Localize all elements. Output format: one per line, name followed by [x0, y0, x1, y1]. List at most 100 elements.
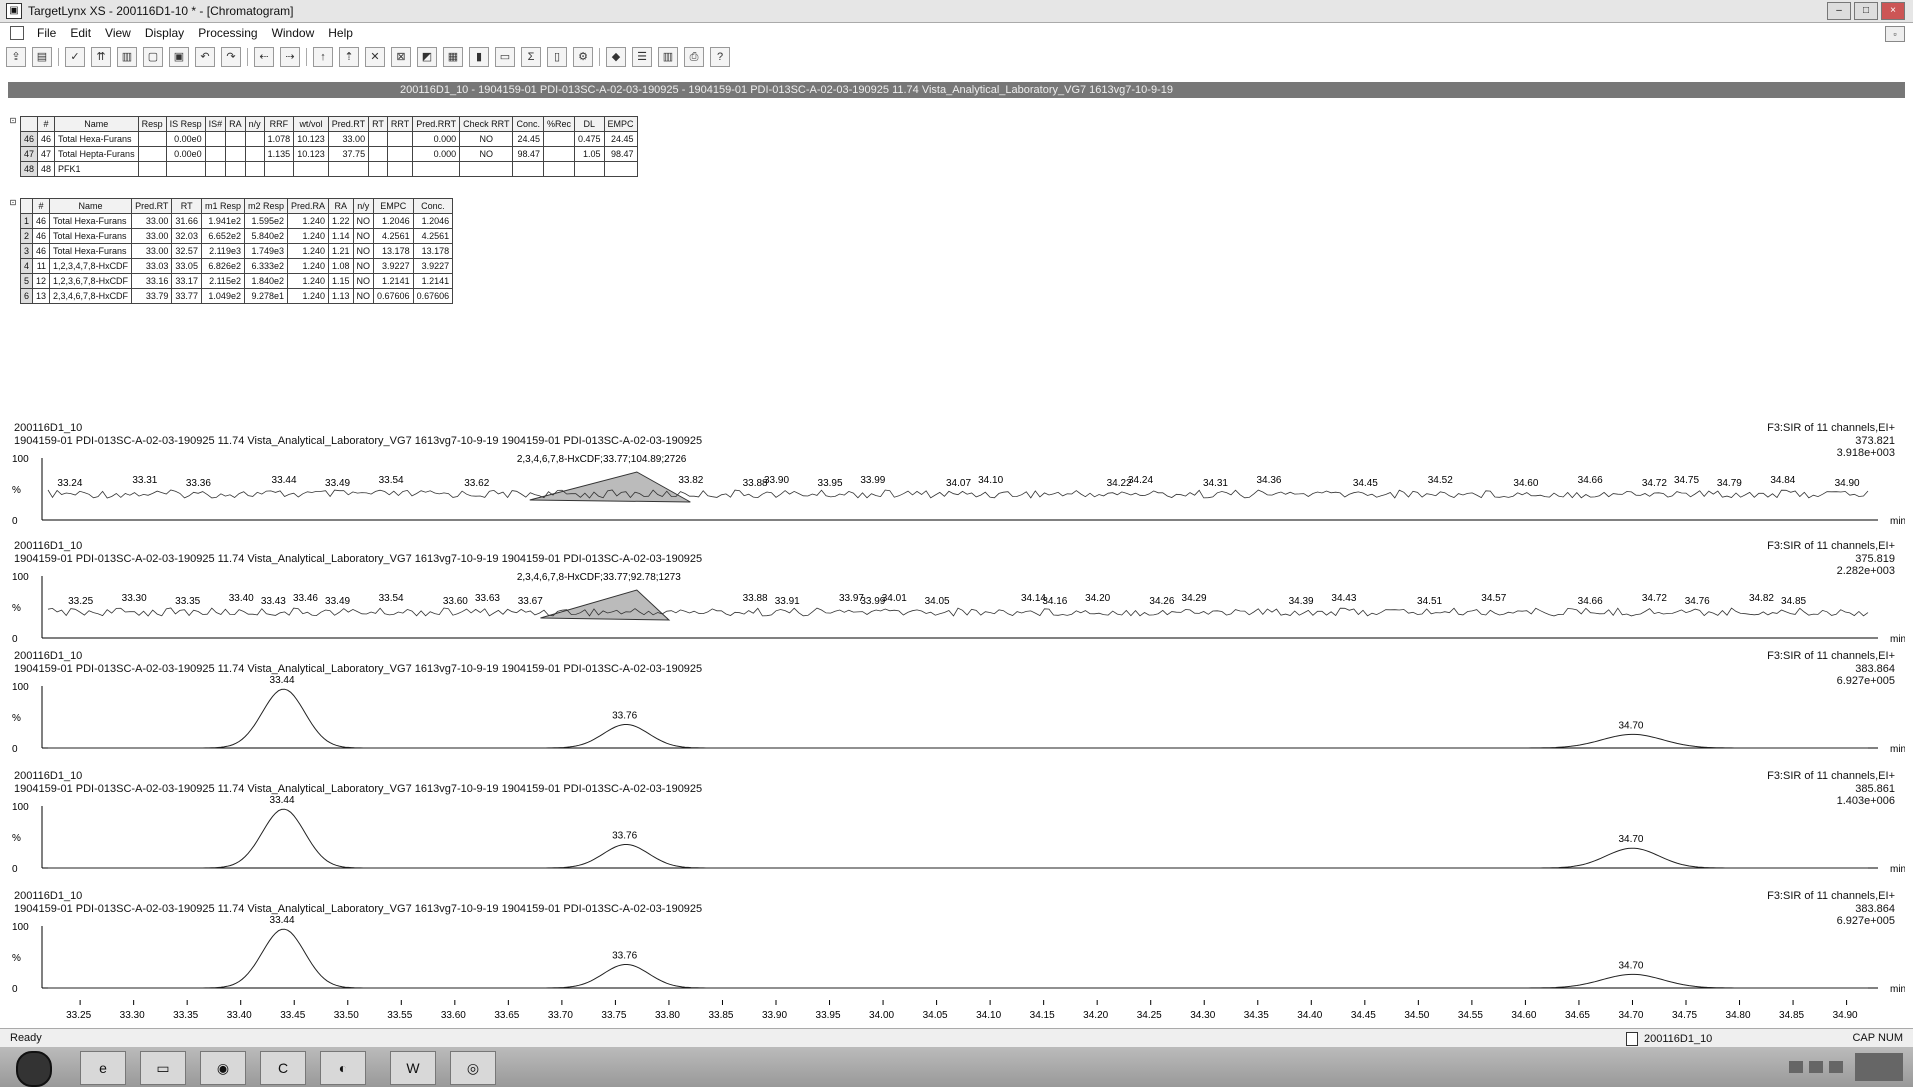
menu-display[interactable]: Display — [138, 26, 191, 40]
sum-icon[interactable]: Σ — [521, 47, 541, 67]
summary_table-header[interactable]: RRF — [263, 116, 295, 132]
chromatogram-panel[interactable]: 200116D1_10 1904159-01 PDI-013SC-A-02-03-… — [8, 540, 1905, 650]
spectrum-icon[interactable]: ▦ — [443, 47, 463, 67]
media-icon[interactable]: ◉ — [200, 1051, 246, 1085]
summary_table-header[interactable]: RRT — [386, 116, 414, 132]
menu-window[interactable]: Window — [265, 26, 322, 40]
summary_table-header[interactable] — [19, 116, 39, 132]
peak_table-header[interactable]: n/y — [352, 198, 375, 214]
settings-icon[interactable]: ⚙ — [573, 47, 593, 67]
table-row[interactable]: 46 46 Total Hexa-Furans 0.00e0 1.078 10.123 33… — [19, 131, 638, 147]
chromatogram-panel[interactable]: 200116D1_10 1904159-01 PDI-013SC-A-02-03-… — [8, 770, 1905, 880]
peak_table-header[interactable]: Pred.RT — [131, 198, 173, 214]
summary_table-header[interactable]: DL — [574, 116, 605, 132]
table-row[interactable]: 48 48 PFK1 — [19, 161, 638, 177]
list-icon[interactable]: ☰ — [632, 47, 652, 67]
monitor-icon[interactable]: ▢ — [143, 47, 163, 67]
zoom-icon[interactable]: ⊠ — [391, 47, 411, 67]
summary_table-header[interactable]: n/y — [244, 116, 265, 132]
summary_table-header[interactable]: RT — [368, 116, 388, 132]
undo-icon[interactable]: ↶ — [195, 47, 215, 67]
summary_table-header[interactable]: Name — [54, 116, 139, 132]
table-row[interactable]: 6 13 2,3,4,6,7,8-HxCDF 33.79 33.77 1.049e2 9.2… — [19, 288, 454, 304]
volume-icon[interactable] — [1829, 1061, 1843, 1073]
summary_table-header[interactable]: Resp — [137, 116, 167, 132]
arrow-left-icon[interactable]: ⇠ — [254, 47, 274, 67]
table-row[interactable]: 47 47 Total Hepta-Furans 0.00e0 1.135 10.123 3… — [19, 146, 638, 162]
peak_table-header[interactable]: m2 Resp — [243, 198, 288, 214]
browser-icon[interactable]: e — [80, 1051, 126, 1085]
bar-icon[interactable]: ▮ — [469, 47, 489, 67]
menu-view[interactable]: View — [98, 26, 138, 40]
table-marker-icon[interactable]: ⊡ — [8, 116, 18, 125]
columns-icon[interactable]: ▥ — [658, 47, 678, 67]
marker-2-icon[interactable]: ⇡ — [339, 47, 359, 67]
arrow-right-icon[interactable]: ⇢ — [280, 47, 300, 67]
check-icon[interactable]: ✓ — [65, 47, 85, 67]
chromatogram-panel[interactable]: 200116D1_10 1904159-01 PDI-013SC-A-02-03-… — [8, 422, 1905, 532]
chromatogram-panel[interactable]: 200116D1_10 1904159-01 PDI-013SC-A-02-03-… — [8, 650, 1905, 760]
app-icon[interactable]: ◐ — [320, 1051, 366, 1085]
summary_table-header[interactable]: Pred.RRT — [412, 116, 461, 132]
table-row[interactable]: 1 46 Total Hexa-Furans 33.00 31.66 1.941e2 1.5… — [19, 213, 454, 229]
peak_table-header[interactable]: Name — [49, 198, 133, 214]
chromatogram-icon[interactable]: ◩ — [417, 47, 437, 67]
folder-icon[interactable]: ▭ — [140, 1051, 186, 1085]
start-icon[interactable] — [16, 1051, 52, 1087]
peak_table-header[interactable]: Pred.RA — [286, 198, 330, 214]
summary_table-header[interactable]: Pred.RT — [327, 116, 370, 132]
peak_table-header[interactable]: EMPC — [373, 198, 414, 214]
summary_table-header[interactable]: %Rec — [542, 116, 576, 132]
menu-help[interactable]: Help — [321, 26, 360, 40]
table-row[interactable]: 3 46 Total Hexa-Furans 33.00 32.57 2.119e3 1.7… — [19, 243, 454, 259]
help-icon[interactable]: ? — [710, 47, 730, 67]
peak_table-header[interactable]: RT — [171, 198, 202, 214]
word-icon[interactable]: W — [390, 1051, 436, 1085]
monitor-2-icon[interactable]: ▣ — [169, 47, 189, 67]
table-row[interactable]: 4 11 1,2,3,4,7,8-HxCDF 33.03 33.05 6.826e2 6.3… — [19, 258, 454, 274]
summary_table-header[interactable]: Conc. — [512, 116, 544, 132]
integrated-peak[interactable] — [529, 471, 691, 503]
document-restore-button[interactable]: ▫ — [1885, 26, 1905, 42]
summary_table-header[interactable]: IS# — [204, 116, 227, 132]
peak_table-header[interactable]: m1 Resp — [200, 198, 245, 214]
summary_table-header[interactable]: # — [37, 116, 56, 132]
peak_table-header[interactable] — [19, 198, 34, 214]
menu-edit[interactable]: Edit — [63, 26, 98, 40]
save-icon[interactable]: ▤ — [32, 47, 52, 67]
network-icon[interactable] — [1809, 1061, 1823, 1073]
table-icon[interactable]: ▭ — [495, 47, 515, 67]
chromatogram-panel[interactable]: 200116D1_10 1904159-01 PDI-013SC-A-02-03-… — [8, 890, 1905, 1000]
marker-icon[interactable]: ↑ — [313, 47, 333, 67]
flag-icon[interactable] — [1789, 1061, 1803, 1073]
targetlynx-icon[interactable]: ◎ — [450, 1051, 496, 1085]
redo-icon[interactable]: ↷ — [221, 47, 241, 67]
menu-file[interactable]: File — [30, 26, 63, 40]
peaks-icon[interactable]: ⇈ — [91, 47, 111, 67]
peak_table-header[interactable]: Conc. — [412, 198, 454, 214]
peak_table-header[interactable]: RA — [328, 198, 354, 214]
book-icon[interactable]: ▯ — [547, 47, 567, 67]
close-button[interactable]: × — [1881, 2, 1905, 20]
delete-icon[interactable]: ✕ — [365, 47, 385, 67]
table-row[interactable]: 2 46 Total Hexa-Furans 33.00 32.03 6.652e2 5.8… — [19, 228, 454, 244]
summary_table-header[interactable]: wt/vol — [293, 116, 329, 132]
summary_table-header[interactable]: IS Resp — [165, 116, 206, 132]
table-marker-icon[interactable]: ⊡ — [8, 198, 18, 207]
menu-processing[interactable]: Processing — [191, 26, 264, 40]
maximize-button[interactable]: □ — [1854, 2, 1878, 20]
minimize-button[interactable]: – — [1827, 2, 1851, 20]
open-icon[interactable]: ⇪ — [6, 47, 26, 67]
table-row[interactable]: 5 12 1,2,3,6,7,8-HxCDF 33.16 33.17 2.115e2 1.8… — [19, 273, 454, 289]
integrated-peak[interactable] — [540, 589, 671, 621]
eraser-icon[interactable]: ◆ — [606, 47, 626, 67]
print-icon[interactable]: ⎙ — [684, 47, 704, 67]
table-cell: 5.840e2 — [243, 228, 288, 244]
window-icon[interactable]: ▥ — [117, 47, 137, 67]
summary_table-header[interactable]: RA — [225, 116, 246, 132]
peak_table-header[interactable]: # — [32, 198, 51, 214]
summary_table-header[interactable]: Check RRT — [459, 116, 514, 132]
clock[interactable] — [1855, 1053, 1903, 1081]
summary_table-header[interactable]: EMPC — [603, 116, 638, 132]
chrome-icon[interactable]: C — [260, 1051, 306, 1085]
